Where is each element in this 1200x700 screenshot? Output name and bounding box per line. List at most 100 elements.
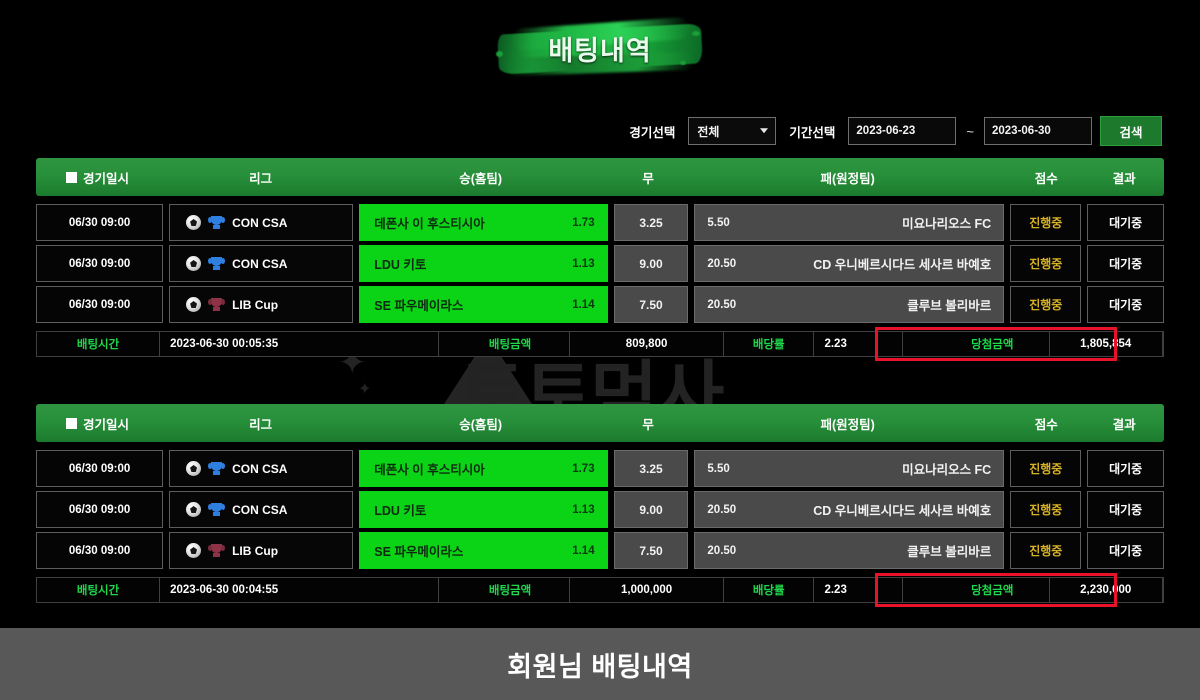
cell-home-pick[interactable]: 데폰사 이 후스티시아 1.73 — [359, 450, 608, 487]
soccer-ball-icon — [186, 543, 202, 558]
league-label: LIB Cup — [232, 297, 279, 312]
cell-draw-odd[interactable]: 3.25 — [613, 204, 689, 241]
summary-value-time: 2023-06-30 00:04:55 — [160, 578, 440, 602]
summary-value-odds: 2.23 — [814, 578, 904, 602]
brush-speck-icon — [692, 31, 700, 36]
home-odd: 1.14 — [572, 298, 595, 311]
cell-date: 06/30 09:00 — [36, 491, 164, 528]
table-header-row: 경기일시 리그 승(홈팀) 무 패(원정팀) 점수 결과 — [36, 158, 1164, 196]
trophy-blue-icon — [208, 461, 226, 476]
header-cell-away: 패(원정팀) — [820, 171, 875, 186]
away-team-name: 클루브 볼리바르 — [907, 299, 992, 313]
footer-caption: 회원님 배팅내역 — [507, 651, 693, 682]
cell-score-status: 진행중 — [1010, 245, 1082, 282]
summary-label-time: 배팅시간 — [37, 578, 161, 602]
header-label-date: 경기일시 — [83, 171, 130, 186]
table-row[interactable]: 06/30 09:00 CON CSA 데폰사 이 후스티시아 1.73 3.2… — [36, 204, 1164, 241]
home-team-name: 데폰사 이 후스티시아 — [374, 217, 485, 231]
date-from-value: 2023-06-23 — [856, 125, 916, 137]
filter-bar: 경기선택 전체 기간선택 2023-06-23 ~ 2023-06-30 검색 — [624, 112, 1162, 150]
table-row[interactable]: 06/30 09:00 CON CSA 데폰사 이 후스티시아 1.73 3.2… — [36, 450, 1164, 487]
header-cell-score: 점수 — [1034, 417, 1058, 432]
summary-value-amount: 1,000,000 — [570, 578, 725, 602]
cell-result-status: 대기중 — [1087, 532, 1164, 569]
brush-stroke-graphic: 배팅내역 — [494, 16, 706, 79]
summary-label-win: 당첨금액 — [936, 332, 1050, 356]
table-row[interactable]: 06/30 09:00 CON CSA LDU 키토 1.13 9.00 20.… — [36, 491, 1164, 528]
cell-away-pick[interactable]: 20.50 CD 우니베르시다드 세사르 바예호 — [694, 245, 1005, 282]
away-team-name: CD 우니베르시다드 세사르 바예호 — [813, 258, 992, 272]
league-label: LIB Cup — [232, 543, 279, 558]
select-all-checkbox[interactable] — [66, 417, 77, 429]
cell-draw-odd[interactable]: 9.00 — [613, 491, 689, 528]
cell-away-pick[interactable]: 20.50 클루브 볼리바르 — [694, 286, 1005, 323]
select-all-checkbox[interactable] — [66, 171, 77, 183]
header-cell-score: 점수 — [1034, 171, 1058, 186]
cell-result-status: 대기중 — [1087, 286, 1164, 323]
cell-home-pick[interactable]: 데폰사 이 후스티시아 1.73 — [359, 204, 608, 241]
home-team-name: LDU 키토 — [374, 504, 427, 518]
trophy-blue-icon — [208, 215, 226, 230]
home-odd: 1.13 — [572, 503, 595, 516]
cell-home-pick[interactable]: LDU 키토 1.13 — [359, 245, 608, 282]
footer-caption-bar: 회원님 배팅내역 — [0, 628, 1200, 700]
cell-draw-odd[interactable]: 7.50 — [613, 286, 689, 323]
table-row[interactable]: 06/30 09:00 CON CSA LDU 키토 1.13 9.00 20.… — [36, 245, 1164, 282]
trophy-dark-icon — [208, 543, 226, 558]
home-team-name: LDU 키토 — [374, 258, 427, 272]
cell-league: CON CSA — [169, 245, 354, 282]
cell-away-pick[interactable]: 20.50 클루브 볼리바르 — [694, 532, 1005, 569]
cell-home-pick[interactable]: SE 파우메이라스 1.14 — [359, 286, 608, 323]
cell-league: LIB Cup — [169, 286, 354, 323]
table-row[interactable]: 06/30 09:00 LIB Cup SE 파우메이라스 1.14 7.50 … — [36, 532, 1164, 569]
summary-value-win: 1,805,854 — [1050, 332, 1163, 356]
match-list: 06/30 09:00 CON CSA 데폰사 이 후스티시아 1.73 3.2… — [36, 450, 1164, 569]
soccer-ball-icon — [186, 502, 202, 517]
cell-away-pick[interactable]: 20.50 CD 우니베르시다드 세사르 바예호 — [694, 491, 1005, 528]
search-button[interactable]: 검색 — [1100, 116, 1162, 146]
summary-label-win: 당첨금액 — [936, 578, 1050, 602]
cell-result-status: 대기중 — [1087, 204, 1164, 241]
page-title: 배팅내역 — [548, 35, 652, 66]
cell-away-pick[interactable]: 5.50 미요나리오스 FC — [694, 204, 1005, 241]
table-header-row: 경기일시 리그 승(홈팀) 무 패(원정팀) 점수 결과 — [36, 404, 1164, 442]
cell-result-status: 대기중 — [1087, 491, 1164, 528]
cell-draw-odd[interactable]: 7.50 — [613, 532, 689, 569]
away-team-name: 미요나리오스 FC — [902, 463, 992, 477]
away-odd: 20.50 — [707, 503, 737, 516]
header-cell-date: 경기일시 — [36, 158, 169, 196]
cell-draw-odd[interactable]: 3.25 — [613, 450, 689, 487]
header-cell-home: 승(홈팀) — [459, 171, 503, 186]
away-team-name: CD 우니베르시다드 세사르 바예호 — [813, 504, 992, 518]
summary-label-odds: 배당률 — [724, 578, 815, 602]
match-select-dropdown[interactable]: 전체 — [688, 117, 777, 145]
cell-draw-odd[interactable]: 9.00 — [613, 245, 689, 282]
summary-label-odds: 배당률 — [724, 332, 815, 356]
soccer-ball-icon — [186, 461, 202, 476]
cell-result-status: 대기중 — [1087, 245, 1164, 282]
cell-home-pick[interactable]: LDU 키토 1.13 — [359, 491, 608, 528]
cell-away-pick[interactable]: 5.50 미요나리오스 FC — [694, 450, 1005, 487]
away-odd: 5.50 — [707, 462, 730, 475]
brush-speck-icon — [496, 51, 503, 57]
cell-score-status: 진행중 — [1010, 491, 1082, 528]
home-team-name: SE 파우메이라스 — [374, 545, 464, 559]
match-select-label: 경기선택 — [629, 125, 676, 140]
date-to-value: 2023-06-30 — [992, 125, 1051, 137]
summary-label-amount: 배팅금액 — [451, 578, 571, 602]
summary-value-odds: 2.23 — [814, 332, 904, 356]
home-odd: 1.13 — [572, 257, 595, 270]
bet-summary-row: 배팅시간 2023-06-30 00:05:35 배팅금액 809,800 배당… — [36, 327, 1164, 361]
date-from-input[interactable]: 2023-06-23 — [848, 117, 957, 145]
summary-spacer — [903, 578, 936, 602]
home-team-name: 데폰사 이 후스티시아 — [374, 463, 485, 477]
league-label: CON CSA — [232, 215, 288, 230]
table-row[interactable]: 06/30 09:00 LIB Cup SE 파우메이라스 1.14 7.50 … — [36, 286, 1164, 323]
away-odd: 20.50 — [707, 544, 737, 557]
betting-history-page: 배팅내역 경기선택 전체 기간선택 2023-06-23 ~ 2023-06-3… — [0, 0, 1200, 700]
cell-home-pick[interactable]: SE 파우메이라스 1.14 — [359, 532, 608, 569]
header-cell-result: 결과 — [1112, 171, 1136, 186]
date-to-input[interactable]: 2023-06-30 — [984, 117, 1092, 145]
summary-spacer — [439, 578, 451, 602]
summary-label-amount: 배팅금액 — [451, 332, 571, 356]
